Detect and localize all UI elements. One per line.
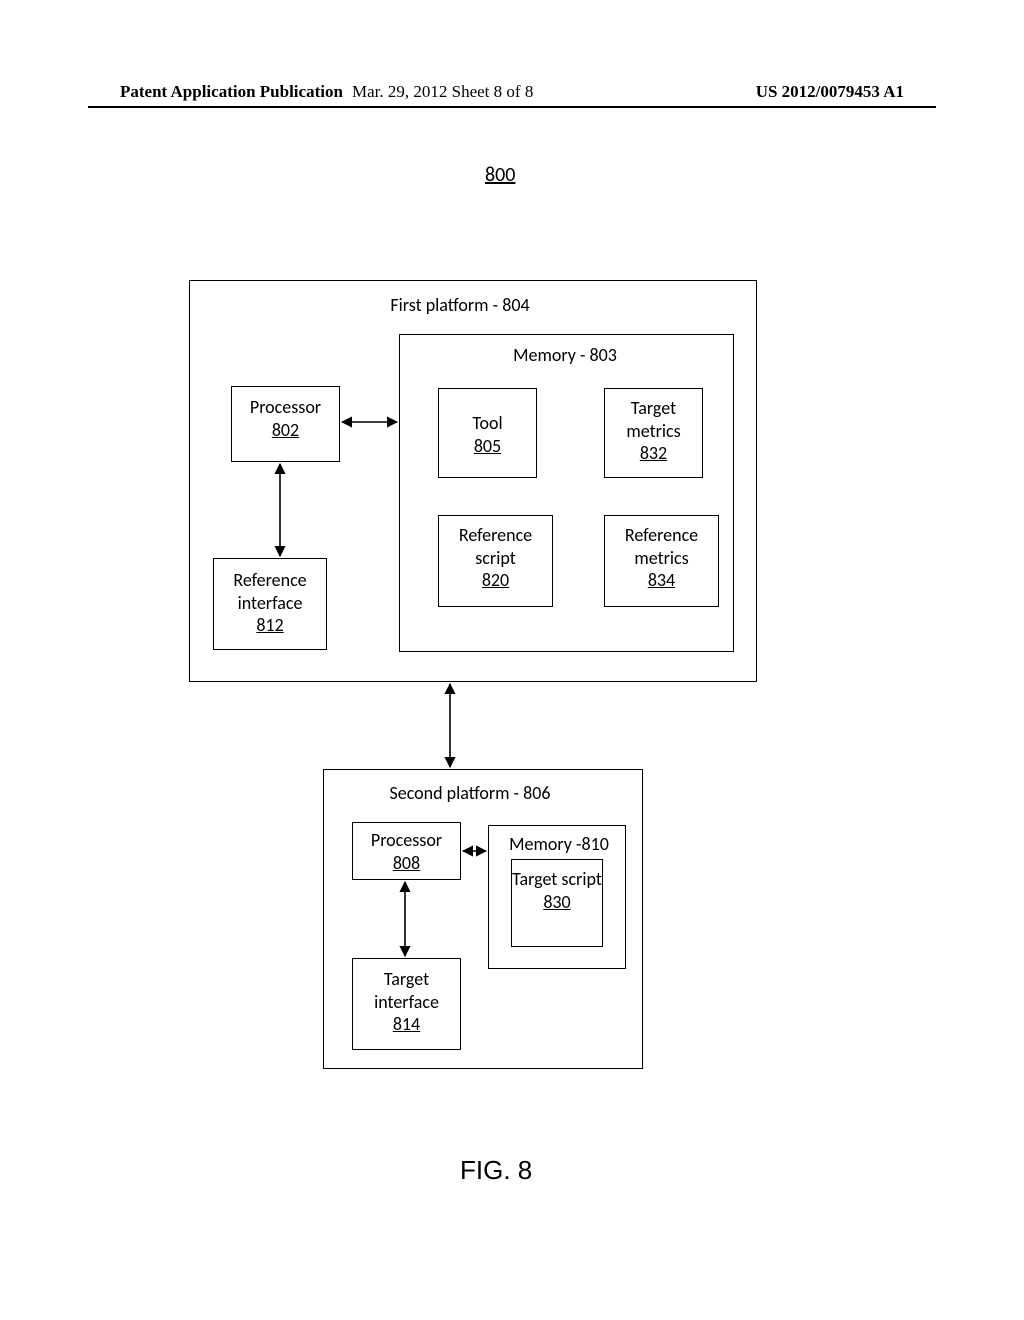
processor-1-label: Processor 802 [232, 396, 339, 441]
reference-interface-label: Reference interface 812 [214, 569, 326, 637]
processor-1-ref: 802 [272, 419, 299, 441]
target-interface-name: Target interface [374, 968, 439, 1013]
reference-metrics-name: Reference metrics [625, 524, 698, 569]
figure-number: 800 [485, 163, 515, 187]
reference-metrics-label: Reference metrics 834 [605, 524, 718, 592]
reference-script-ref: 820 [482, 569, 509, 591]
processor-2-label: Processor 808 [353, 829, 460, 874]
header-left: Patent Application Publication [120, 82, 343, 102]
header-center: Mar. 29, 2012 Sheet 8 of 8 [352, 82, 533, 102]
header-right: US 2012/0079453 A1 [756, 82, 904, 102]
memory-1-title: Memory - 803 [465, 344, 665, 367]
header-rule [88, 106, 936, 108]
target-interface-ref: 814 [393, 1013, 420, 1035]
reference-script-name: Reference script [459, 524, 532, 569]
target-metrics-label: Target metrics 832 [605, 397, 702, 465]
target-metrics-ref: 832 [640, 442, 667, 464]
first-platform-title: First platform - 804 [360, 294, 560, 317]
reference-interface-name: Reference interface [233, 569, 306, 614]
target-script-name: Target script [512, 868, 602, 890]
figure-caption: FIG. 8 [460, 1155, 532, 1186]
target-script-ref: 830 [543, 891, 570, 913]
reference-metrics-ref: 834 [648, 569, 675, 591]
memory-2-title: Memory -810 [494, 833, 624, 856]
page: Patent Application Publication Mar. 29, … [0, 0, 1024, 1320]
processor-2-ref: 808 [393, 852, 420, 874]
processor-2-name: Processor [371, 829, 442, 851]
target-metrics-name: Target metrics [626, 397, 680, 442]
second-platform-title: Second platform - 806 [355, 782, 585, 805]
target-interface-label: Target interface 814 [353, 968, 460, 1036]
processor-1-name: Processor [250, 396, 321, 418]
tool-label: Tool 805 [439, 412, 536, 457]
tool-ref: 805 [474, 435, 501, 457]
figure-number-text: 800 [485, 163, 515, 187]
reference-script-label: Reference script 820 [439, 524, 552, 592]
reference-interface-ref: 812 [256, 614, 283, 636]
tool-name: Tool [472, 412, 502, 434]
target-script-label: Target script 830 [512, 868, 602, 913]
